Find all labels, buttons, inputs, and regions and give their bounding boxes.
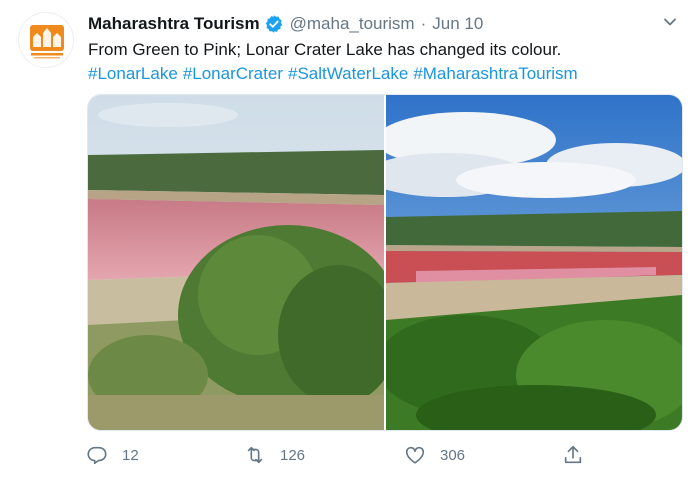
hashtag-saltwaterlake[interactable]: #SaltWaterLake <box>288 64 408 83</box>
reply-count: 12 <box>122 446 139 464</box>
photo-left[interactable] <box>88 95 398 430</box>
like-count: 306 <box>440 446 466 464</box>
like-button[interactable]: 306 <box>404 444 465 466</box>
hashtag-line: #LonarLake #LonarCrater #SaltWaterLake #Mah… <box>88 62 583 86</box>
chevron-down-icon[interactable] <box>662 14 678 30</box>
reply-button[interactable]: 12 <box>86 444 139 466</box>
photo-lake-pink-green-trees <box>88 95 398 430</box>
photo-lake-pink-blue-sky <box>366 95 682 430</box>
reply-icon <box>87 446 107 465</box>
hashtag-maharashtratourism[interactable]: #MaharashtraTourism <box>413 64 577 83</box>
heart-icon <box>405 446 425 464</box>
retweet-count: 126 <box>280 446 306 464</box>
display-name[interactable]: Maharashtra Tourism <box>88 14 260 34</box>
handle[interactable]: @maha_tourism <box>290 14 415 34</box>
tweet-date[interactable]: Jun 10 <box>432 14 483 34</box>
verified-badge-icon <box>264 14 284 34</box>
tweet-text: From Green to Pink; Lonar Crater Lake ha… <box>88 40 562 59</box>
share-icon <box>564 445 582 464</box>
photo-right[interactable] <box>366 95 682 430</box>
separator-dot: · <box>420 14 427 33</box>
avatar[interactable] <box>18 12 74 68</box>
media-grid <box>87 94 683 431</box>
action-bar: 12 126 306 <box>86 440 586 472</box>
tweet: Maharashtra Tourism @maha_tourism · Jun … <box>0 0 700 478</box>
maharashtra-tourism-logo <box>30 25 64 59</box>
retweet-icon <box>247 446 263 464</box>
tweet-header: Maharashtra Tourism @maha_tourism · Jun … <box>88 12 483 36</box>
retweet-button[interactable]: 126 <box>244 444 305 466</box>
share-button[interactable] <box>562 444 584 466</box>
hashtag-lonarcrater[interactable]: #LonarCrater <box>183 64 283 83</box>
hashtag-lonarlake[interactable]: #LonarLake <box>88 64 178 83</box>
